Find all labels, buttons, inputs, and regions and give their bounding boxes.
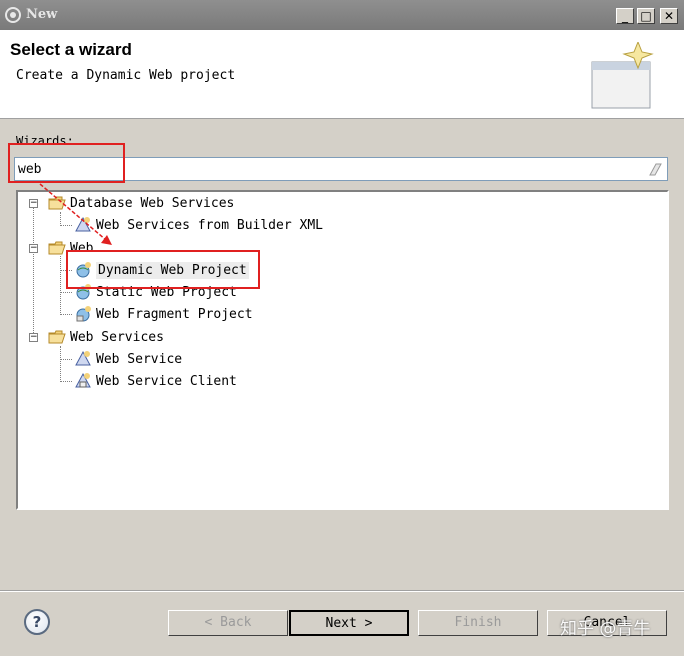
tree-group-label: Database Web Services bbox=[70, 195, 235, 211]
tree-line bbox=[60, 314, 72, 315]
folder-open-icon bbox=[48, 241, 66, 255]
selection-highlight-box bbox=[66, 250, 260, 289]
tree-line bbox=[60, 225, 72, 226]
tree-line bbox=[60, 381, 72, 382]
page-title: Select a wizard bbox=[10, 40, 132, 59]
title-bar: New _ □ ✕ bbox=[0, 0, 684, 30]
help-button[interactable]: ? bbox=[24, 609, 50, 635]
new-wizard-banner-icon bbox=[591, 42, 654, 109]
tree-item-label: Web Service Client bbox=[96, 373, 237, 389]
web-service-icon bbox=[75, 216, 91, 232]
collapse-toggle[interactable]: − bbox=[29, 244, 38, 253]
page-description: Create a Dynamic Web project bbox=[16, 68, 236, 83]
collapse-toggle[interactable]: − bbox=[29, 333, 38, 342]
back-button[interactable]: < Back bbox=[168, 610, 288, 636]
window-title: New bbox=[26, 7, 58, 22]
clear-filter-icon[interactable] bbox=[647, 161, 663, 177]
web-service-icon bbox=[75, 350, 91, 366]
tree-line bbox=[60, 346, 61, 382]
tree-line bbox=[60, 212, 61, 226]
tree-item-label: Web Services from Builder XML bbox=[96, 217, 323, 233]
tree-item-web-service-client[interactable]: Web Service Client bbox=[74, 372, 237, 390]
eclipse-app-icon bbox=[5, 7, 21, 23]
tree-line bbox=[33, 204, 34, 339]
tree-item-label: Web Fragment Project bbox=[96, 306, 253, 322]
tree-line bbox=[60, 256, 61, 315]
tree-item-web-services-from-builder-xml[interactable]: Web Services from Builder XML bbox=[74, 216, 323, 234]
tree-group-label: Web Services bbox=[70, 329, 164, 345]
watermark: 知乎 @青牛 bbox=[560, 619, 651, 639]
wizard-header: Select a wizard Create a Dynamic Web pro… bbox=[0, 30, 684, 119]
tree-item-label: Web Service bbox=[96, 351, 183, 367]
globe-fragment-icon bbox=[76, 306, 91, 322]
tree-item-web-service[interactable]: Web Service bbox=[74, 350, 182, 368]
tree-line bbox=[60, 292, 72, 293]
wizard-tree[interactable]: − Database Web Services Web Services fro… bbox=[16, 190, 669, 510]
next-button[interactable]: Next > bbox=[289, 610, 409, 636]
filter-highlight-box bbox=[8, 143, 125, 183]
button-separator bbox=[0, 590, 684, 592]
tree-group-web-services[interactable]: Web Services bbox=[48, 328, 164, 346]
folder-open-icon bbox=[48, 330, 66, 344]
maximize-button[interactable]: □ bbox=[637, 8, 655, 24]
folder-open-icon bbox=[48, 196, 66, 210]
web-service-client-icon bbox=[75, 372, 91, 388]
tree-group-database-web-services[interactable]: Database Web Services bbox=[48, 194, 234, 212]
tree-item-web-fragment-project[interactable]: Web Fragment Project bbox=[74, 305, 253, 323]
close-button[interactable]: ✕ bbox=[660, 8, 678, 24]
collapse-toggle[interactable]: − bbox=[29, 199, 38, 208]
minimize-button[interactable]: _ bbox=[616, 8, 634, 24]
tree-line bbox=[60, 359, 72, 360]
finish-button[interactable]: Finish bbox=[418, 610, 538, 636]
